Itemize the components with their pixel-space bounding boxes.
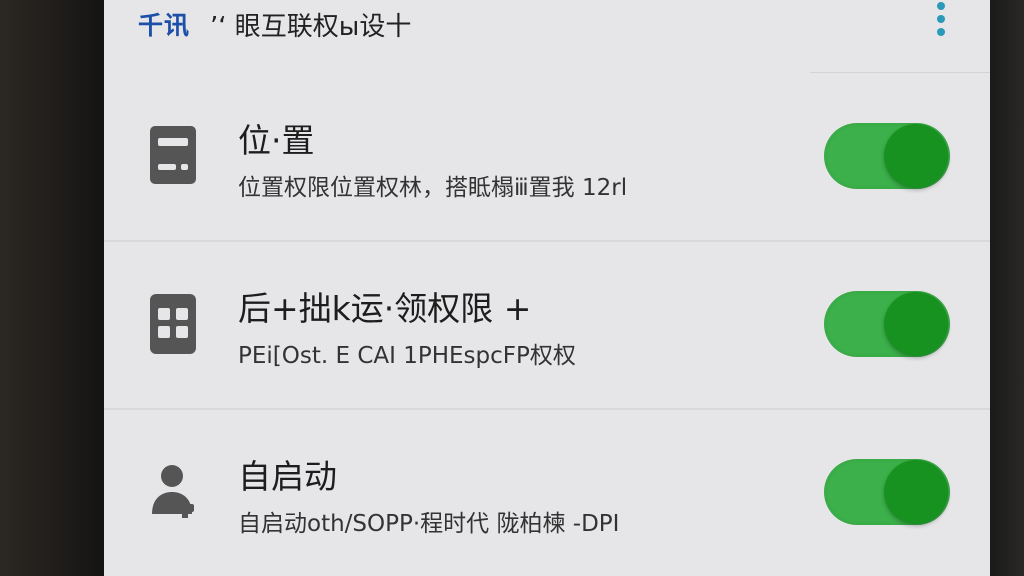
device-bezel-right bbox=[990, 0, 1024, 576]
grid-icon bbox=[150, 294, 196, 354]
user-icon bbox=[152, 465, 194, 518]
back-button[interactable]: 千讯 bbox=[138, 6, 190, 42]
permission-title: 位·置 bbox=[238, 121, 315, 160]
permission-description: PEi[Ost. E CAI 1PHEspcFP权权 bbox=[238, 343, 576, 369]
permission-description: 位置权限位置权林，搭眡榻ⅲ置我 12rl bbox=[238, 175, 628, 201]
more-options-icon[interactable] bbox=[934, 2, 948, 36]
row-divider bbox=[104, 408, 990, 410]
permission-row-location[interactable]: 位·置 位置权限位置权林，搭眡榻ⅲ置我 12rl bbox=[104, 72, 990, 239]
background-toggle[interactable] bbox=[824, 291, 950, 357]
permission-description: 自启动oth/SOPP·程时代 陇柏楝 -DPI bbox=[238, 511, 620, 537]
autostart-toggle[interactable] bbox=[824, 459, 950, 525]
device-bezel-left bbox=[0, 0, 104, 576]
page-title-text: ’‘ 眼互联权ы设十 bbox=[210, 12, 412, 42]
toggle-knob bbox=[884, 292, 948, 356]
permission-row-autostart[interactable]: 自启动 自启动oth/SOPP·程时代 陇柏楝 -DPI bbox=[104, 408, 990, 575]
toggle-knob bbox=[884, 124, 948, 188]
permission-title: 自启动 bbox=[238, 457, 337, 496]
permission-title: 后+拙k运·领权限 + bbox=[238, 289, 532, 328]
page-title: ’‘ 眼互联权ы设十 bbox=[210, 6, 411, 43]
row-divider bbox=[104, 240, 990, 242]
location-toggle[interactable] bbox=[824, 123, 950, 189]
toggle-knob bbox=[884, 460, 948, 524]
app-bar: 千讯 ’‘ 眼互联权ы设十 bbox=[104, 0, 990, 52]
permission-row-background[interactable]: 后+拙k运·领权限 + PEi[Ost. E CAI 1PHEspcFP权权 bbox=[104, 240, 990, 407]
device-icon bbox=[150, 126, 196, 184]
settings-screen: 千讯 ’‘ 眼互联权ы设十 位·置 位置权限位置权林，搭眡榻ⅲ置我 12rl 后… bbox=[104, 0, 990, 576]
